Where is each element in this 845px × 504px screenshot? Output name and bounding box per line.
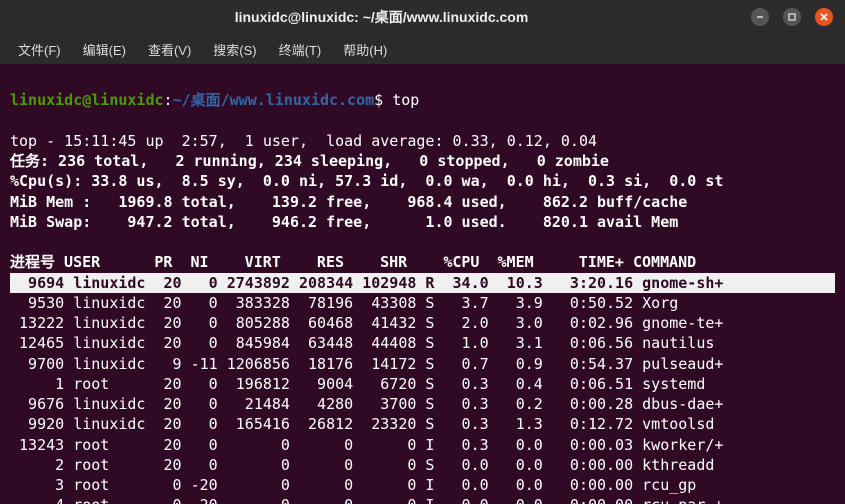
col-pid: 进程号 [10,253,55,271]
menu-search[interactable]: 搜索(S) [205,36,264,63]
menu-terminal[interactable]: 终端(T) [271,36,330,63]
prompt-path: ~/桌面/www.linuxidc.com [173,91,375,109]
process-row: 9700 linuxidc 9 -11 1206856 18176 14172 … [10,355,723,373]
close-button[interactable] [815,8,833,26]
tasks-values: 236 total, 2 running, 234 sleeping, 0 st… [49,152,609,170]
window-title: linuxidc@linuxidc: ~/桌面/www.linuxidc.com [12,7,751,27]
process-row: 9530 linuxidc 20 0 383328 78196 43308 S … [10,294,678,312]
tasks-label: 任务: [10,152,49,170]
col-headers: USER PR NI VIRT RES SHR %CPU %MEM TIME+ … [55,253,696,271]
menu-edit[interactable]: 编辑(E) [75,36,134,63]
menu-view[interactable]: 查看(V) [140,36,199,63]
process-row: 9694 linuxidc 20 0 2743892 208344 102948… [10,273,835,293]
process-row: 12465 linuxidc 20 0 845984 63448 44408 S… [10,334,714,352]
process-row: 13222 linuxidc 20 0 805288 60468 41432 S… [10,314,723,332]
typed-command: top [392,91,419,109]
process-row: 2 root 20 0 0 0 0 S 0.0 0.0 0:00.00 kthr… [10,456,714,474]
menu-file[interactable]: 文件(F) [10,36,69,63]
maximize-button[interactable] [783,8,801,26]
process-row: 9920 linuxidc 20 0 165416 26812 23320 S … [10,415,714,433]
titlebar: linuxidc@linuxidc: ~/桌面/www.linuxidc.com [0,0,845,34]
mem-line: MiB Mem : 1969.8 total, 139.2 free, 968.… [10,193,687,211]
menu-help[interactable]: 帮助(H) [335,36,395,63]
minimize-button[interactable] [751,8,769,26]
process-row: 9676 linuxidc 20 0 21484 4280 3700 S 0.3… [10,395,723,413]
process-row: 13243 root 20 0 0 0 0 I 0.3 0.0 0:00.03 … [10,436,723,454]
terminal-window: linuxidc@linuxidc: ~/桌面/www.linuxidc.com… [0,0,845,504]
prompt-userhost: linuxidc@linuxidc [10,91,164,109]
process-row: 3 root 0 -20 0 0 0 I 0.0 0.0 0:00.00 rcu… [10,476,696,494]
cpu-line: %Cpu(s): 33.8 us, 8.5 sy, 0.0 ni, 57.3 i… [10,172,723,190]
process-row: 4 root 0 -20 0 0 0 I 0.0 0.0 0:00.00 rcu… [10,496,723,504]
prompt-dollar: $ [374,91,392,109]
swap-line: MiB Swap: 947.2 total, 946.2 free, 1.0 u… [10,213,678,231]
menubar: 文件(F) 编辑(E) 查看(V) 搜索(S) 终端(T) 帮助(H) [0,34,845,64]
window-controls [751,8,833,26]
top-summary-line1: top - 15:11:45 up 2:57, 1 user, load ave… [10,132,597,150]
terminal-content[interactable]: linuxidc@linuxidc:~/桌面/www.linuxidc.com$… [0,64,845,504]
prompt-colon: : [164,91,173,109]
process-row: 1 root 20 0 196812 9004 6720 S 0.3 0.4 0… [10,375,705,393]
